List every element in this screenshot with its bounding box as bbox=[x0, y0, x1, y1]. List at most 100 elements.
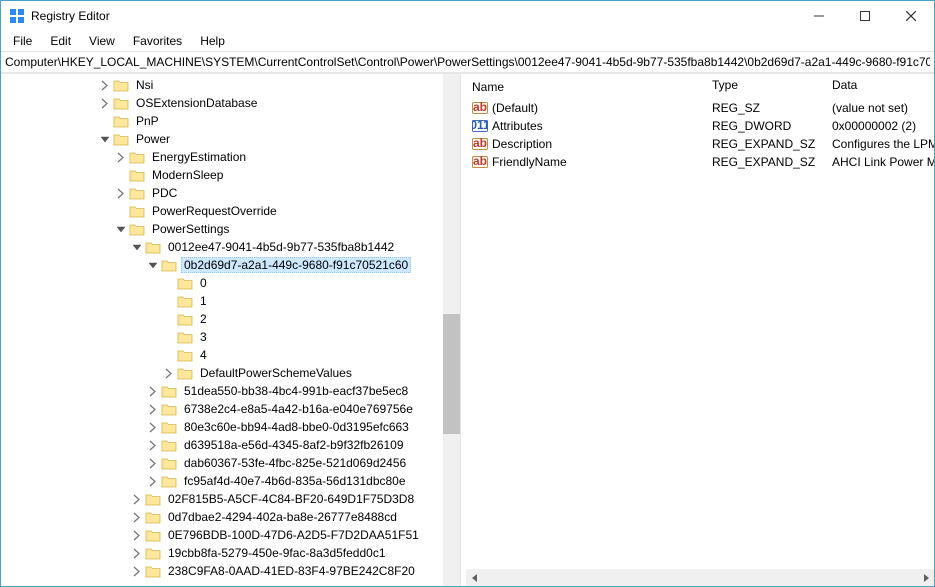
tree-node-label[interactable]: 2 bbox=[197, 311, 210, 327]
list-row[interactable]: (Default)REG_SZ(value not set) bbox=[466, 99, 934, 117]
tree-node-label[interactable]: 0E796BDB-100D-47D6-A2D5-F7D2DAA51F51 bbox=[165, 527, 422, 543]
tree-node[interactable]: ModernSleep bbox=[1, 166, 460, 184]
tree-node[interactable]: OSExtensionDatabase bbox=[1, 94, 460, 112]
chevron-right-icon[interactable] bbox=[129, 492, 143, 506]
chevron-right-icon[interactable] bbox=[129, 564, 143, 578]
tree-node[interactable]: PowerSettings bbox=[1, 220, 460, 238]
tree-node[interactable]: Power bbox=[1, 130, 460, 148]
chevron-right-icon[interactable] bbox=[161, 366, 175, 380]
tree-node[interactable]: 4 bbox=[1, 346, 460, 364]
tree-node-label[interactable]: 02F815B5-A5CF-4C84-BF20-649D1F75D3D8 bbox=[165, 491, 417, 507]
tree-node-label[interactable]: 80e3c60e-bb94-4ad8-bbe0-0d3195efc663 bbox=[181, 419, 412, 435]
tree-node-label[interactable]: OSExtensionDatabase bbox=[133, 95, 260, 111]
list-row[interactable]: DescriptionREG_EXPAND_SZConfigures the L… bbox=[466, 135, 934, 153]
chevron-right-icon[interactable] bbox=[129, 510, 143, 524]
tree-node[interactable]: 0 bbox=[1, 274, 460, 292]
tree-node[interactable]: 0012ee47-9041-4b5d-9b77-535fba8b1442 bbox=[1, 238, 460, 256]
chevron-right-icon[interactable] bbox=[145, 438, 159, 452]
column-data[interactable]: Data bbox=[826, 74, 934, 99]
tree-node-label[interactable]: PowerSettings bbox=[149, 221, 232, 237]
tree-node[interactable]: 238C9FA8-0AAD-41ED-83F4-97BE242C8F20 bbox=[1, 562, 460, 580]
tree-node-label[interactable]: 0 bbox=[197, 275, 210, 291]
tree-node-label[interactable]: 4 bbox=[197, 347, 210, 363]
chevron-right-icon[interactable] bbox=[145, 456, 159, 470]
address-input[interactable] bbox=[1, 52, 934, 72]
scroll-left-icon[interactable] bbox=[466, 569, 483, 586]
tree-node-label[interactable]: 0012ee47-9041-4b5d-9b77-535fba8b1442 bbox=[165, 239, 397, 255]
tree-node[interactable]: 0E796BDB-100D-47D6-A2D5-F7D2DAA51F51 bbox=[1, 526, 460, 544]
chevron-right-icon[interactable] bbox=[97, 96, 111, 110]
tree-node[interactable]: 02F815B5-A5CF-4C84-BF20-649D1F75D3D8 bbox=[1, 490, 460, 508]
chevron-right-icon[interactable] bbox=[145, 474, 159, 488]
tree-node[interactable]: dab60367-53fe-4fbc-825e-521d069d2456 bbox=[1, 454, 460, 472]
menu-edit[interactable]: Edit bbox=[42, 32, 79, 50]
chevron-right-icon[interactable] bbox=[145, 420, 159, 434]
tree-node[interactable]: 1 bbox=[1, 292, 460, 310]
menu-view[interactable]: View bbox=[81, 32, 123, 50]
tree-node-label[interactable]: EnergyEstimation bbox=[149, 149, 249, 165]
tree-node-label[interactable]: fc95af4d-40e7-4b6d-835a-56d131dbc80e bbox=[181, 473, 409, 489]
tree-node[interactable]: PowerRequestOverride bbox=[1, 202, 460, 220]
chevron-right-icon[interactable] bbox=[113, 186, 127, 200]
menu-file[interactable]: File bbox=[5, 32, 40, 50]
tree-node-label[interactable]: PnP bbox=[133, 113, 162, 129]
chevron-right-icon[interactable] bbox=[97, 78, 111, 92]
tree-node[interactable]: 0b2d69d7-a2a1-449c-9680-f91c70521c60 bbox=[1, 256, 460, 274]
close-button[interactable] bbox=[888, 1, 934, 31]
chevron-right-icon[interactable] bbox=[145, 402, 159, 416]
list-hscrollbar[interactable] bbox=[466, 569, 934, 586]
list-row[interactable]: AttributesREG_DWORD0x00000002 (2) bbox=[466, 117, 934, 135]
tree-node[interactable]: Nsi bbox=[1, 76, 460, 94]
scrollbar-thumb[interactable] bbox=[443, 314, 460, 434]
tree-node[interactable]: 6738e2c4-e8a5-4a42-b16a-e040e769756e bbox=[1, 400, 460, 418]
maximize-button[interactable] bbox=[842, 1, 888, 31]
tree-node-label[interactable]: 6738e2c4-e8a5-4a42-b16a-e040e769756e bbox=[181, 401, 416, 417]
tree-node-label[interactable]: Power bbox=[133, 131, 173, 147]
tree-node-label[interactable]: 238C9FA8-0AAD-41ED-83F4-97BE242C8F20 bbox=[165, 563, 418, 579]
chevron-down-icon[interactable] bbox=[113, 222, 127, 236]
chevron-down-icon[interactable] bbox=[145, 258, 159, 272]
tree-node[interactable]: 51dea550-bb38-4bc4-991b-eacf37be5ec8 bbox=[1, 382, 460, 400]
chevron-down-icon[interactable] bbox=[129, 240, 143, 254]
tree-node[interactable]: fc95af4d-40e7-4b6d-835a-56d131dbc80e bbox=[1, 472, 460, 490]
column-name[interactable]: Name bbox=[466, 74, 706, 99]
column-type[interactable]: Type bbox=[706, 74, 826, 99]
chevron-right-icon[interactable] bbox=[113, 150, 127, 164]
chevron-down-icon[interactable] bbox=[97, 132, 111, 146]
chevron-right-icon[interactable] bbox=[129, 528, 143, 542]
tree-node[interactable]: 19cbb8fa-5279-450e-9fac-8a3d5fedd0c1 bbox=[1, 544, 460, 562]
tree-node[interactable]: 2 bbox=[1, 310, 460, 328]
tree-node-label[interactable]: PowerRequestOverride bbox=[149, 203, 280, 219]
tree-node-label[interactable]: ModernSleep bbox=[149, 167, 226, 183]
list-body[interactable]: (Default)REG_SZ(value not set)Attributes… bbox=[466, 99, 934, 569]
tree-node[interactable]: 0d7dbae2-4294-402a-ba8e-26777e8488cd bbox=[1, 508, 460, 526]
tree-node-label[interactable]: 51dea550-bb38-4bc4-991b-eacf37be5ec8 bbox=[181, 383, 411, 399]
tree-node-label[interactable]: 1 bbox=[197, 293, 210, 309]
chevron-right-icon[interactable] bbox=[129, 546, 143, 560]
tree-node[interactable]: PDC bbox=[1, 184, 460, 202]
tree-node[interactable]: EnergyEstimation bbox=[1, 148, 460, 166]
tree-node[interactable]: 3 bbox=[1, 328, 460, 346]
titlebar[interactable]: Registry Editor bbox=[1, 1, 934, 31]
tree-node-label[interactable]: d639518a-e56d-4345-8af2-b9f32fb26109 bbox=[181, 437, 407, 453]
tree-node-label[interactable]: 19cbb8fa-5279-450e-9fac-8a3d5fedd0c1 bbox=[165, 545, 389, 561]
tree-node[interactable]: 80e3c60e-bb94-4ad8-bbe0-0d3195efc663 bbox=[1, 418, 460, 436]
chevron-right-icon[interactable] bbox=[145, 384, 159, 398]
tree-node[interactable]: d639518a-e56d-4345-8af2-b9f32fb26109 bbox=[1, 436, 460, 454]
tree-view[interactable]: Nsi OSExtensionDatabase PnP Power EnergyEsti… bbox=[1, 74, 460, 586]
tree-node-label[interactable]: 0d7dbae2-4294-402a-ba8e-26777e8488cd bbox=[165, 509, 400, 525]
tree-node-label[interactable]: Nsi bbox=[133, 77, 156, 93]
menu-favorites[interactable]: Favorites bbox=[125, 32, 190, 50]
scroll-right-icon[interactable] bbox=[917, 569, 934, 586]
tree-node[interactable]: PnP bbox=[1, 112, 460, 130]
minimize-button[interactable] bbox=[796, 1, 842, 31]
tree-node-label[interactable]: DefaultPowerSchemeValues bbox=[197, 365, 355, 381]
menu-help[interactable]: Help bbox=[192, 32, 233, 50]
tree-scrollbar[interactable] bbox=[443, 74, 460, 586]
tree-node-label[interactable]: 3 bbox=[197, 329, 210, 345]
tree-node-label[interactable]: 0b2d69d7-a2a1-449c-9680-f91c70521c60 bbox=[181, 257, 411, 273]
tree-node-label[interactable]: dab60367-53fe-4fbc-825e-521d069d2456 bbox=[181, 455, 409, 471]
list-row[interactable]: FriendlyNameREG_EXPAND_SZAHCI Link Power… bbox=[466, 153, 934, 171]
tree-node-label[interactable]: PDC bbox=[149, 185, 180, 201]
tree-node[interactable]: DefaultPowerSchemeValues bbox=[1, 364, 460, 382]
